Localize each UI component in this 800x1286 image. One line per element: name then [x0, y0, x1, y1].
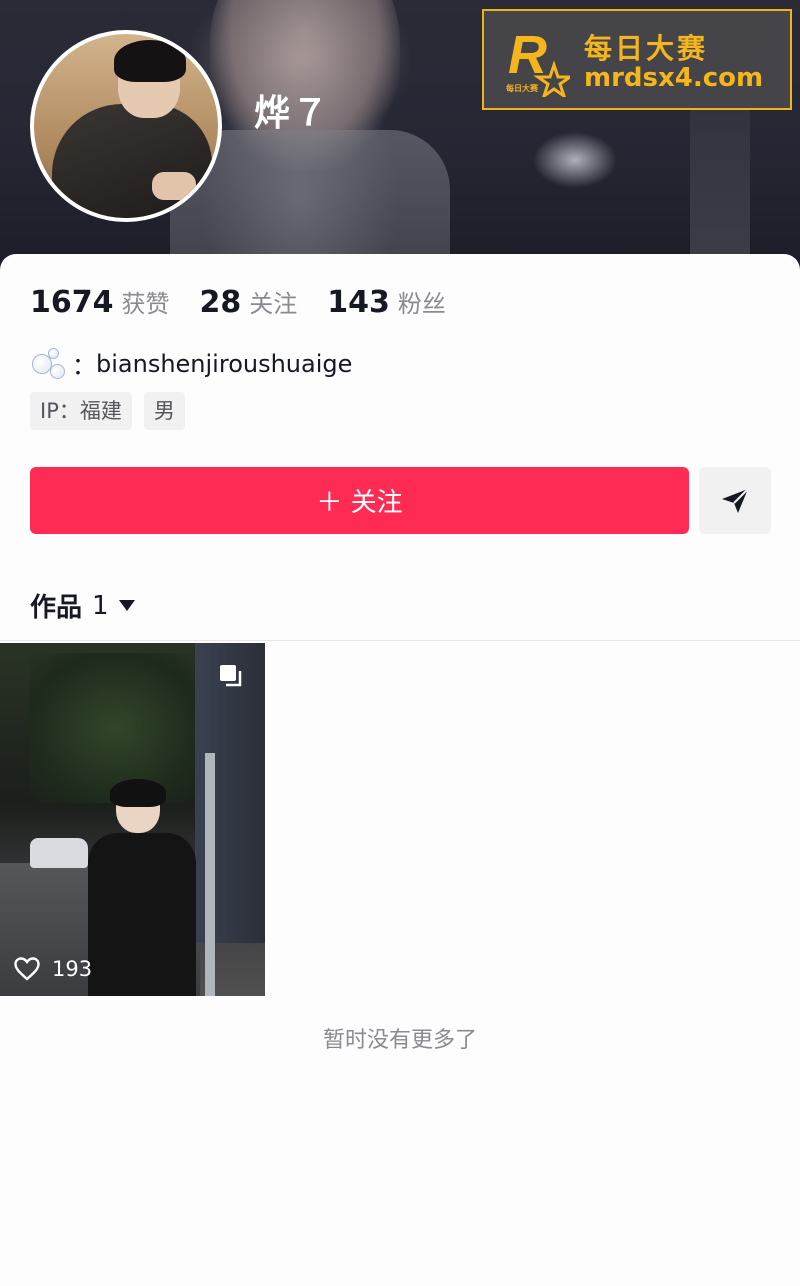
post-thumbnail[interactable]: 193 — [0, 643, 265, 996]
handle-text: bianshenjiroushuaige — [96, 349, 353, 378]
tab-works[interactable]: 作品 1 — [30, 587, 135, 624]
gender-tag: 男 — [143, 392, 185, 430]
caret-down-icon — [118, 600, 135, 611]
heart-icon — [14, 957, 40, 981]
stats-row: 1674 获赞 28 关注 143 粉丝 — [30, 284, 476, 320]
tab-works-label: 作品 — [30, 593, 83, 623]
avatar-hair — [114, 40, 186, 82]
multi-image-icon — [220, 665, 242, 687]
avatar[interactable] — [30, 30, 222, 222]
divider — [0, 640, 800, 641]
watermark-title: 每日大赛 — [584, 32, 709, 65]
ip-tag: IP：福建 — [30, 392, 132, 430]
svg-text:每日大赛: 每日大赛 — [506, 83, 539, 93]
stat-followers[interactable]: 143 粉丝 — [327, 284, 446, 320]
post-person — [88, 779, 196, 996]
profile-username: 烨７ — [254, 93, 331, 134]
stat-label: 粉丝 — [397, 290, 446, 318]
handle-prefix: ： — [72, 352, 96, 380]
post-tree — [30, 653, 200, 803]
post-car — [30, 838, 88, 868]
avatar-hands — [152, 172, 196, 200]
stat-likes[interactable]: 1674 获赞 — [30, 284, 170, 320]
stat-value: 28 — [199, 285, 242, 320]
stat-following[interactable]: 28 关注 — [200, 284, 298, 320]
no-more-text: 暂时没有更多了 — [322, 1028, 477, 1053]
stat-label: 关注 — [249, 290, 298, 318]
post-likes: 193 — [14, 957, 92, 981]
post-person-body — [88, 833, 196, 996]
message-button[interactable] — [699, 467, 771, 534]
post-person-hair — [110, 779, 166, 807]
avatar-jacket — [52, 104, 212, 218]
post-pole — [205, 753, 215, 996]
stat-value: 143 — [327, 285, 390, 320]
handle-row[interactable]: ： bianshenjiroushuaige — [30, 346, 352, 381]
watermark: R 每日大赛 每日大赛 mrdsx4.com — [482, 9, 792, 110]
post-likes-count: 193 — [52, 957, 93, 981]
tab-works-count: 1 — [92, 590, 109, 621]
tag-list: IP：福建 男 — [30, 392, 197, 430]
follow-button[interactable]: ＋ 关注 — [30, 467, 689, 534]
bubbles-icon — [30, 347, 66, 380]
profile-card: 1674 获赞 28 关注 143 粉丝 ： bianshenjiroushua… — [0, 254, 800, 1286]
stat-value: 1674 — [30, 285, 114, 320]
send-icon — [722, 487, 749, 513]
stat-label: 获赞 — [121, 290, 170, 318]
watermark-logo-icon: R 每日大赛 — [506, 25, 570, 97]
watermark-url: mrdsx4.com — [584, 63, 764, 93]
